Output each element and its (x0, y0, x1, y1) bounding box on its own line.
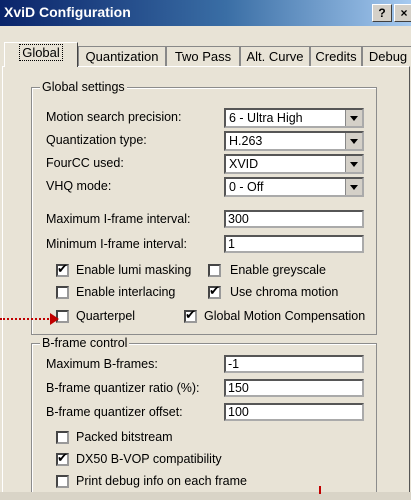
max-iframe-label: Maximum I-frame interval: (46, 212, 190, 226)
interlacing-label: Enable interlacing (76, 285, 175, 299)
chevron-down-icon[interactable] (345, 156, 362, 172)
tab-two-pass[interactable]: Two Pass (166, 46, 240, 67)
chevron-down-icon[interactable] (345, 133, 362, 149)
quant-type-select[interactable]: H.263 (224, 131, 364, 151)
vhq-select[interactable]: 0 - Off (224, 177, 364, 197)
min-iframe-label: Minimum I-frame interval: (46, 237, 187, 251)
tab-credits[interactable]: Credits (310, 46, 362, 67)
tab-global[interactable]: Global (4, 42, 78, 67)
tab-debug[interactable]: Debug (362, 46, 411, 67)
chroma-motion-label: Use chroma motion (230, 285, 338, 299)
max-bframes-input[interactable]: -1 (224, 355, 364, 373)
chevron-down-icon[interactable] (345, 179, 362, 195)
fourcc-label: FourCC used: (46, 156, 124, 170)
motion-search-label: Motion search precision: (46, 110, 181, 124)
packed-bitstream-label: Packed bitstream (76, 430, 173, 444)
chevron-down-icon[interactable] (345, 110, 362, 126)
help-button[interactable]: ? (372, 4, 392, 22)
global-settings-group: Global settings Motion search precision:… (31, 87, 377, 335)
interlacing-checkbox[interactable] (56, 286, 69, 299)
close-button[interactable]: × (394, 4, 411, 22)
packed-bitstream-checkbox[interactable] (56, 431, 69, 444)
bframe-control-title: B-frame control (40, 336, 129, 350)
bframe-offset-input[interactable]: 100 (224, 403, 364, 421)
quant-type-label: Quantization type: (46, 133, 147, 147)
annotation-marker (319, 486, 321, 494)
tab-strip: Global Quantization Two Pass Alt. Curve … (2, 42, 411, 66)
greyscale-label: Enable greyscale (230, 263, 326, 277)
debug-info-checkbox[interactable] (56, 475, 69, 488)
dx50-label: DX50 B-VOP compatibility (76, 452, 222, 466)
gmc-label: Global Motion Compensation (204, 309, 365, 323)
title-bar[interactable]: XviD Configuration ? × (0, 0, 411, 26)
chroma-motion-checkbox[interactable] (208, 286, 221, 299)
window-title: XviD Configuration (4, 4, 131, 20)
bframe-ratio-label: B-frame quantizer ratio (%): (46, 381, 200, 395)
greyscale-checkbox[interactable] (208, 264, 221, 277)
fourcc-select[interactable]: XVID (224, 154, 364, 174)
min-iframe-input[interactable]: 1 (224, 235, 364, 253)
dx50-checkbox[interactable] (56, 453, 69, 466)
quarterpel-label: Quarterpel (76, 309, 135, 323)
xvid-configuration-window: XviD Configuration ? × Global Quantizati… (0, 0, 411, 500)
lumi-masking-label: Enable lumi masking (76, 263, 191, 277)
global-settings-title: Global settings (40, 80, 127, 94)
bframe-control-group: B-frame control Maximum B-frames: -1 B-f… (31, 343, 377, 493)
lumi-masking-checkbox[interactable] (56, 264, 69, 277)
tab-panel-global: Global settings Motion search precision:… (2, 66, 410, 494)
tab-quantization[interactable]: Quantization (78, 46, 166, 67)
annotation-arrow-line (0, 318, 52, 320)
annotation-arrow-icon (50, 313, 59, 325)
max-bframes-label: Maximum B-frames: (46, 357, 158, 371)
max-iframe-input[interactable]: 300 (224, 210, 364, 228)
debug-info-label: Print debug info on each frame (76, 474, 247, 488)
vhq-label: VHQ mode: (46, 179, 111, 193)
bottom-border (0, 492, 411, 500)
bframe-offset-label: B-frame quantizer offset: (46, 405, 183, 419)
gmc-checkbox[interactable] (184, 310, 197, 323)
bframe-ratio-input[interactable]: 150 (224, 379, 364, 397)
motion-search-select[interactable]: 6 - Ultra High (224, 108, 364, 128)
tab-alt-curve[interactable]: Alt. Curve (240, 46, 310, 67)
